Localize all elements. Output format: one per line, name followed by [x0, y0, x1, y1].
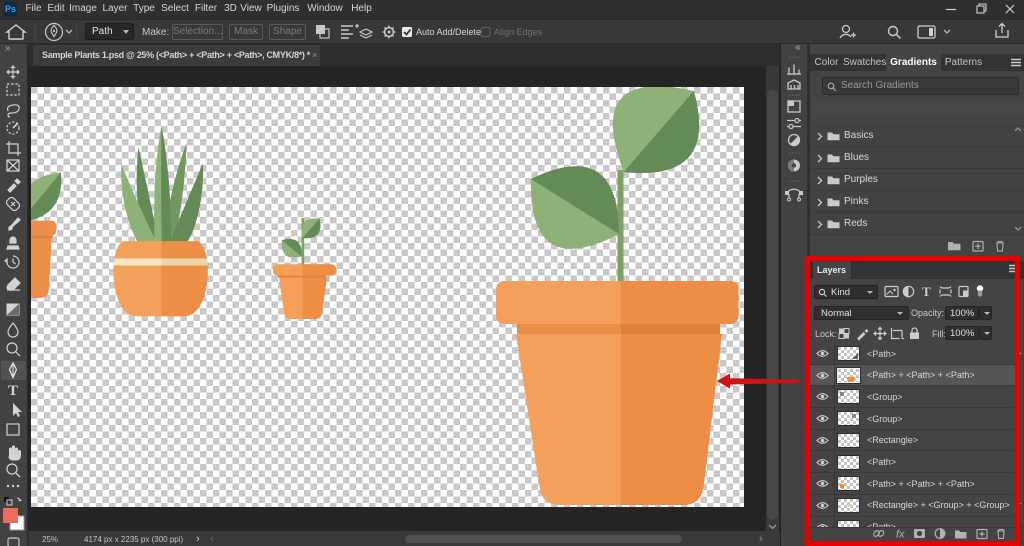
svg-text:T: T	[8, 383, 18, 399]
